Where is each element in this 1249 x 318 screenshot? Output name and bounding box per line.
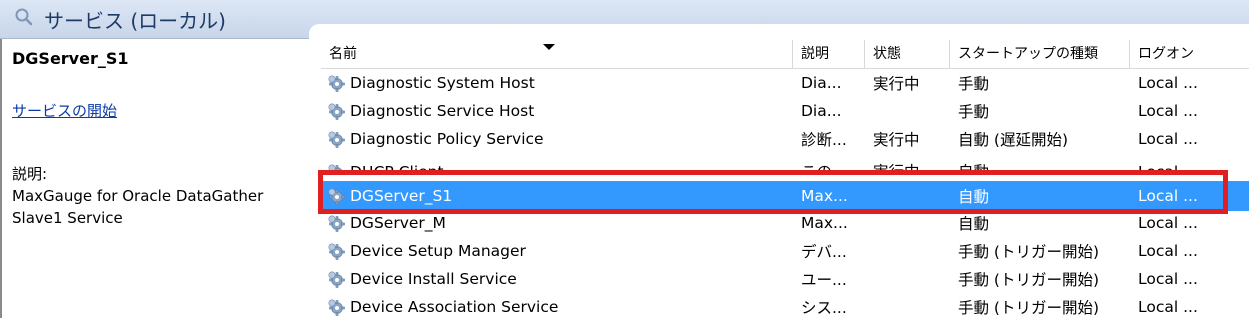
service-startup-cell: 手動 (トリガー開始) xyxy=(958,299,1100,317)
service-row-selected[interactable]: DGServer_S1 Max... 自動 Local ... xyxy=(321,181,1249,211)
gear-icon xyxy=(327,163,345,175)
description-label: 説明: xyxy=(12,165,48,183)
service-row[interactable]: Diagnostic Policy Service 診断... 実行中 自動 (遅延開… xyxy=(321,125,1249,153)
column-logon-label: ログオン xyxy=(1138,46,1194,62)
service-status-cell: 実行中 xyxy=(873,75,920,93)
service-status-cell: 実行中 xyxy=(873,131,920,149)
service-description-cell: この... xyxy=(801,163,847,175)
service-logon-cell: Local ... xyxy=(1138,102,1198,120)
service-name: DGServer_S1 xyxy=(350,187,453,205)
service-name: DGServer_M xyxy=(350,214,446,232)
column-header-status[interactable]: 状態 xyxy=(865,40,950,68)
header-bar: サービス (ローカル) xyxy=(0,0,1249,40)
description-pane: DGServer_S1 サービスの開始 説明: MaxGauge for Ora… xyxy=(0,39,309,318)
service-name-cell: Device Setup Manager xyxy=(321,242,793,260)
gear-icon xyxy=(327,298,345,316)
header-title-text: サービス (ローカル) xyxy=(44,8,226,33)
service-row[interactable]: Device Setup Manager デバ... 手動 (トリガー開始) Loca… xyxy=(321,237,1249,265)
service-logon-cell: Local ... xyxy=(1138,187,1198,205)
service-row[interactable]: DHCP Client この... 実行中 自動 Local ... xyxy=(321,153,1249,175)
column-desc-label: 説明 xyxy=(801,46,829,62)
service-row[interactable]: Device Association Service シス... 手動 (トリガー開… xyxy=(321,293,1249,318)
service-name-cell: Diagnostic Service Host xyxy=(321,102,793,120)
service-row[interactable]: DGServer_M Max... 自動 Local ... xyxy=(321,209,1249,237)
service-startup-cell: 手動 xyxy=(958,103,990,121)
service-name-cell: Device Association Service xyxy=(321,298,793,316)
column-header-name[interactable]: 名前 xyxy=(321,40,793,68)
column-header-logon[interactable]: ログオン xyxy=(1130,40,1249,68)
service-description-cell: Max... xyxy=(801,187,848,205)
service-description-cell: Dia... xyxy=(801,74,842,92)
header-title: サービス (ローカル) xyxy=(14,5,226,33)
service-startup-cell: 自動 (遅延開始) xyxy=(958,131,1069,149)
gear-icon xyxy=(327,74,345,92)
service-description-cell: Max... xyxy=(801,214,848,232)
gear-icon xyxy=(327,130,345,148)
service-status-cell: 実行中 xyxy=(873,163,920,175)
start-service-link[interactable]: サービスの開始 xyxy=(12,100,117,121)
service-description-cell: ユー... xyxy=(801,271,847,289)
sort-arrow-icon xyxy=(543,44,555,50)
column-header-description[interactable]: 説明 xyxy=(793,40,865,68)
service-startup-cell: 手動 xyxy=(958,75,990,93)
service-name-cell: Diagnostic System Host xyxy=(321,74,793,92)
search-icon xyxy=(14,7,34,32)
service-description-cell: シス... xyxy=(801,299,847,317)
gear-icon xyxy=(327,270,345,288)
service-row[interactable]: Diagnostic System Host Dia... 実行中 手動 Local .… xyxy=(321,69,1249,97)
service-name: Device Association Service xyxy=(350,298,559,316)
gear-icon xyxy=(327,214,345,232)
service-name: Diagnostic System Host xyxy=(350,74,535,92)
service-row[interactable]: Device Install Service ユー... 手動 (トリガー開始) Lo… xyxy=(321,265,1249,293)
description-text: MaxGauge for Oracle DataGather Slave1 Se… xyxy=(12,187,264,227)
service-name-cell: Diagnostic Policy Service xyxy=(321,130,793,148)
service-name-cell: DGServer_M xyxy=(321,214,793,232)
service-name: DHCP Client xyxy=(350,163,444,175)
service-description-cell: デバ... xyxy=(801,243,847,261)
service-name-cell: DGServer_S1 xyxy=(321,187,793,205)
service-name: Device Setup Manager xyxy=(350,242,526,260)
service-logon-cell: Local ... xyxy=(1138,214,1198,232)
service-startup-cell: 自動 xyxy=(958,215,990,233)
service-logon-cell: Local ... xyxy=(1138,242,1198,260)
service-name-cell: Device Install Service xyxy=(321,270,793,288)
service-name-cell: DHCP Client xyxy=(321,153,793,175)
selected-service-name: DGServer_S1 xyxy=(12,49,129,68)
service-logon-cell: Local ... xyxy=(1138,298,1198,316)
column-name-label: 名前 xyxy=(329,46,357,62)
service-logon-cell: Local ... xyxy=(1138,74,1198,92)
service-startup-cell: 手動 (トリガー開始) xyxy=(958,243,1100,261)
column-header-row: 名前 説明 状態 スタートアップの種類 ログオン xyxy=(321,40,1249,69)
service-name: Diagnostic Service Host xyxy=(350,102,535,120)
service-description-cell: Dia... xyxy=(801,102,842,120)
service-startup-cell: 自動 xyxy=(958,188,990,206)
column-startup-label: スタートアップの種類 xyxy=(958,46,1098,62)
service-name: Diagnostic Policy Service xyxy=(350,130,544,148)
service-logon-cell: Local ... xyxy=(1138,163,1198,175)
column-state-label: 状態 xyxy=(873,46,901,62)
service-name: Device Install Service xyxy=(350,270,517,288)
service-logon-cell: Local ... xyxy=(1138,270,1198,288)
service-startup-cell: 自動 xyxy=(958,163,990,175)
service-startup-cell: 手動 (トリガー開始) xyxy=(958,271,1100,289)
gear-icon xyxy=(327,102,345,120)
gear-icon xyxy=(327,242,345,260)
gear-icon xyxy=(327,187,345,205)
service-rows: Diagnostic System Host Dia... 実行中 手動 Local .… xyxy=(321,69,1249,318)
service-row[interactable]: Diagnostic Service Host Dia... 手動 Local ... xyxy=(321,97,1249,125)
column-header-startup-type[interactable]: スタートアップの種類 xyxy=(950,40,1130,68)
service-logon-cell: Local ... xyxy=(1138,130,1198,148)
services-list: 名前 説明 状態 スタートアップの種類 ログオン Diagnostic Syst… xyxy=(321,40,1249,318)
service-description-cell: 診断... xyxy=(801,131,847,149)
header-tab-edge xyxy=(309,24,1249,40)
